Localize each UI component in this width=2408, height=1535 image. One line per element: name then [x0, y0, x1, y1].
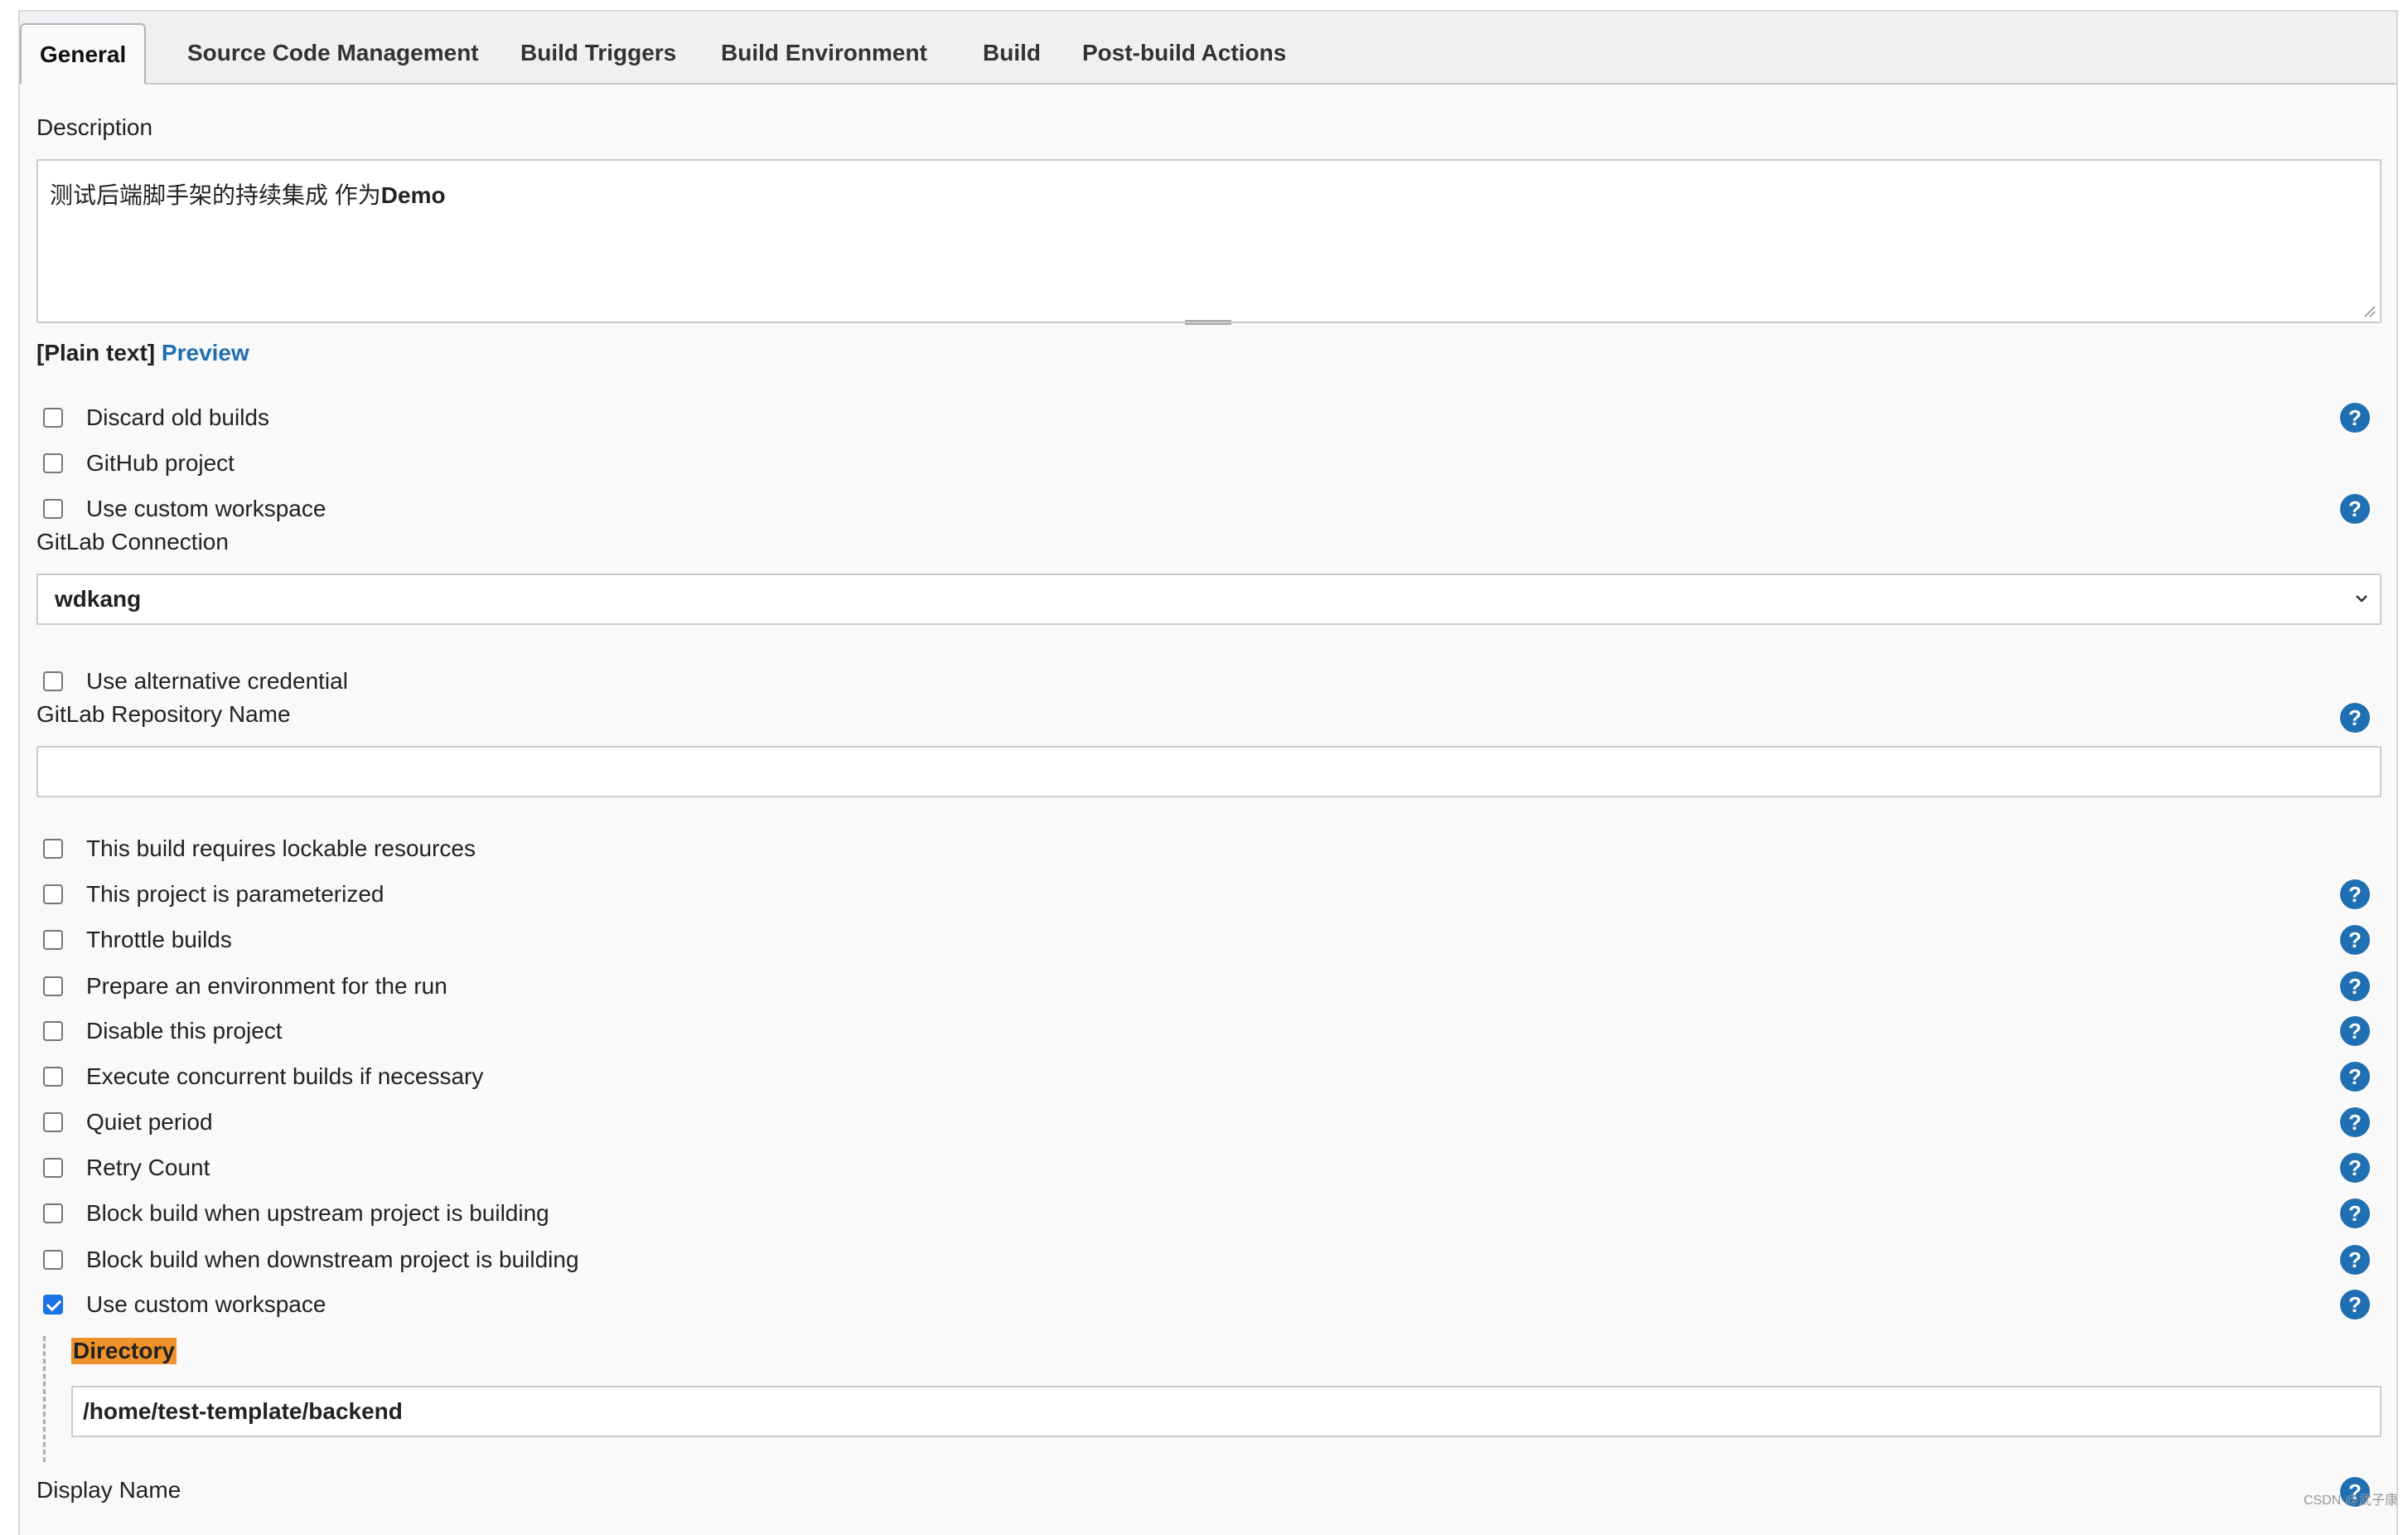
tab-general[interactable]: General: [20, 23, 147, 85]
option-retry-count[interactable]: Retry Count: [43, 1151, 210, 1184]
directory-input[interactable]: /home/test-template/backend: [71, 1386, 2381, 1437]
config-panel: General Source Code Management Build Tri…: [18, 10, 2398, 1535]
option-label: GitHub project: [86, 450, 235, 476]
gitlab-connection-value: wdkang: [55, 586, 142, 612]
option-label: This build requires lockable resources: [86, 835, 476, 861]
tab-post-build-actions[interactable]: Post-build Actions: [1064, 23, 1304, 85]
option-label: Throttle builds: [86, 927, 232, 952]
resize-grip-icon[interactable]: [2363, 305, 2377, 318]
checkbox[interactable]: [43, 976, 63, 996]
checkbox[interactable]: [43, 1021, 63, 1041]
option-label: Use custom workspace: [86, 496, 326, 521]
checkbox-checked[interactable]: [43, 1295, 63, 1315]
help-icon[interactable]: ?: [2340, 971, 2370, 1001]
tab-build-environment[interactable]: Build Environment: [703, 23, 945, 85]
option-label: This project is parameterized: [86, 881, 384, 907]
option-quiet-period[interactable]: Quiet period: [43, 1106, 213, 1139]
option-concurrent-builds[interactable]: Execute concurrent builds if necessary: [43, 1060, 483, 1093]
help-icon[interactable]: ?: [2340, 703, 2370, 733]
option-lockable-resources[interactable]: This build requires lockable resources: [43, 832, 476, 865]
display-name-label: Display Name: [36, 1477, 181, 1503]
checkbox[interactable]: [43, 1067, 63, 1087]
option-use-custom-workspace-top[interactable]: Use custom workspace: [43, 492, 326, 525]
option-discard-old-builds[interactable]: Discard old builds: [43, 401, 269, 434]
description-format-row: [Plain text] Preview: [36, 340, 249, 366]
gitlab-connection-select[interactable]: wdkang: [36, 574, 2381, 625]
tab-bar: General Source Code Management Build Tri…: [20, 12, 2396, 85]
help-icon[interactable]: ?: [2340, 403, 2370, 433]
directory-label: Directory: [71, 1338, 176, 1364]
checkbox[interactable]: [43, 839, 63, 859]
option-block-upstream[interactable]: Block build when upstream project is bui…: [43, 1197, 549, 1230]
option-throttle-builds[interactable]: Throttle builds: [43, 923, 232, 956]
description-label: Description: [36, 114, 153, 140]
checkbox[interactable]: [43, 1158, 63, 1178]
help-icon[interactable]: ?: [2340, 1016, 2370, 1046]
help-icon[interactable]: ?: [2340, 1153, 2370, 1183]
option-label: Use alternative credential: [86, 668, 348, 694]
help-icon[interactable]: ?: [2340, 1062, 2370, 1092]
help-icon[interactable]: ?: [2340, 1245, 2370, 1275]
option-use-alternative-credential[interactable]: Use alternative credential: [43, 665, 348, 698]
help-icon[interactable]: ?: [2340, 879, 2370, 909]
plain-text-label: [Plain text]: [36, 340, 156, 366]
option-label: Disable this project: [86, 1018, 283, 1044]
option-label: Prepare an environment for the run: [86, 973, 447, 999]
textarea-drag-handle[interactable]: [1185, 320, 1231, 325]
help-icon[interactable]: ?: [2340, 1198, 2370, 1228]
option-label: Discard old builds: [86, 404, 269, 430]
help-icon[interactable]: ?: [2340, 494, 2370, 524]
help-icon[interactable]: ?: [2340, 925, 2370, 955]
option-label: Block build when upstream project is bui…: [86, 1200, 549, 1226]
checkbox[interactable]: [43, 499, 63, 519]
description-textarea[interactable]: 测试后端脚手架的持续集成 作为Demo: [36, 159, 2381, 323]
option-label: Execute concurrent builds if necessary: [86, 1063, 484, 1089]
gitlab-repo-input[interactable]: [36, 746, 2381, 797]
gitlab-connection-label: GitLab Connection: [36, 529, 229, 554]
option-use-custom-workspace[interactable]: Use custom workspace: [43, 1288, 326, 1321]
help-icon[interactable]: ?: [2340, 1290, 2370, 1320]
help-icon[interactable]: ?: [2340, 1107, 2370, 1137]
checkbox[interactable]: [43, 1112, 63, 1132]
option-label: Quiet period: [86, 1109, 213, 1135]
checkbox[interactable]: [43, 1250, 63, 1270]
checkbox[interactable]: [43, 1203, 63, 1223]
checkbox[interactable]: [43, 671, 63, 691]
option-github-project[interactable]: GitHub project: [43, 447, 235, 480]
option-block-downstream[interactable]: Block build when downstream project is b…: [43, 1243, 579, 1276]
description-text: 测试后端脚手架的持续集成 作为Demo: [50, 182, 446, 208]
chevron-down-icon: [2356, 595, 2367, 603]
checkbox[interactable]: [43, 408, 63, 428]
tab-build-triggers[interactable]: Build Triggers: [502, 23, 694, 85]
nested-section-divider: [43, 1336, 46, 1462]
checkbox[interactable]: [43, 884, 63, 904]
option-label: Retry Count: [86, 1155, 210, 1180]
option-label: Use custom workspace: [86, 1291, 326, 1317]
watermark: CSDN @武子康: [2304, 1494, 2399, 1508]
option-label: Block build when downstream project is b…: [86, 1247, 579, 1272]
tab-source-code-management[interactable]: Source Code Management: [169, 23, 497, 85]
option-disable-project[interactable]: Disable this project: [43, 1014, 283, 1048]
checkbox[interactable]: [43, 930, 63, 950]
directory-value: /home/test-template/backend: [83, 1398, 403, 1424]
tab-build[interactable]: Build: [965, 23, 1059, 85]
checkbox[interactable]: [43, 453, 63, 473]
option-prepare-environment[interactable]: Prepare an environment for the run: [43, 970, 447, 1003]
preview-link[interactable]: Preview: [162, 340, 249, 366]
gitlab-repo-label: GitLab Repository Name: [36, 701, 291, 727]
option-parameterized[interactable]: This project is parameterized: [43, 878, 384, 911]
